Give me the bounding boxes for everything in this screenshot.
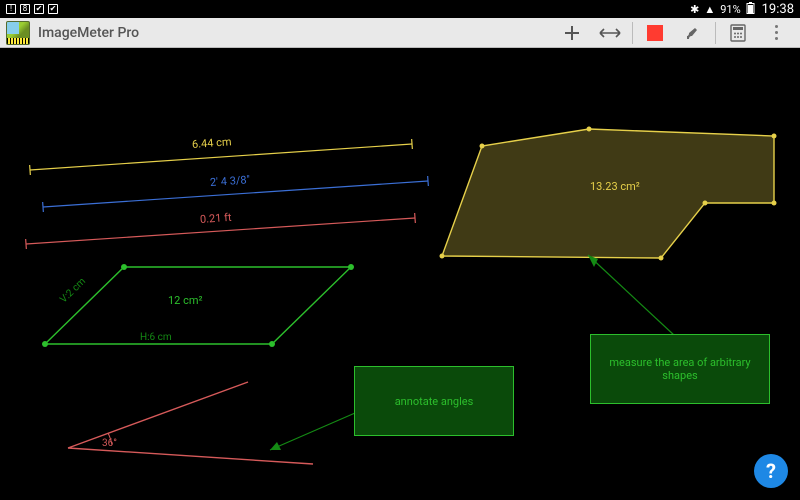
dimension-button[interactable] [592,19,628,47]
android-status-bar: ! 8 ✔ ✔ ✱ ▲ 91% 19:38 [0,0,800,18]
brush-button[interactable] [675,19,711,47]
green-h-label: H:6 cm [140,332,172,343]
note-annotate-angles[interactable]: annotate angles [354,366,514,436]
app-icon [6,21,30,45]
help-icon: ? [766,459,776,483]
app-title: ImageMeter Pro [38,25,139,41]
status-badge: 8 [20,4,30,14]
status-badge: ! [6,4,16,14]
angle-label: 36° [102,438,117,449]
app-toolbar: ImageMeter Pro [0,18,800,48]
note-text: annotate angles [395,395,474,408]
drawing-canvas[interactable]: 6.44 cm 2' 4 3/8" 0.21 ft 12 cm² V:2 cm … [0,48,800,500]
blue-line-label: 2' 4 3/8" [210,173,251,189]
status-badge: ✔ [48,4,58,14]
help-fab[interactable]: ? [754,454,788,488]
battery-pct: 91% [720,3,740,16]
yellow-area-label: 13.23 cm² [590,180,640,193]
toolbar-divider [632,22,633,44]
signal-icon: ▲ [704,3,715,16]
green-area-label: 12 cm² [168,294,203,307]
yellow-line-label: 6.44 cm [192,135,232,151]
status-left: ! 8 ✔ ✔ [6,4,58,14]
status-clock: 19:38 [762,2,794,17]
add-button[interactable] [554,19,590,47]
color-swatch[interactable] [637,19,673,47]
note-measure-area[interactable]: measure the area of arbitrary shapes [590,334,770,404]
red-line-label: 0.21 ft [200,211,232,226]
bluetooth-icon: ✱ [690,3,699,16]
battery-icon [746,2,755,17]
toolbar-divider [715,22,716,44]
status-right: ✱ ▲ 91% 19:38 [690,2,794,17]
note-text: measure the area of arbitrary shapes [595,356,765,382]
status-badge: ✔ [34,4,44,14]
calculator-button[interactable] [720,19,756,47]
overflow-menu-button[interactable] [758,19,794,47]
